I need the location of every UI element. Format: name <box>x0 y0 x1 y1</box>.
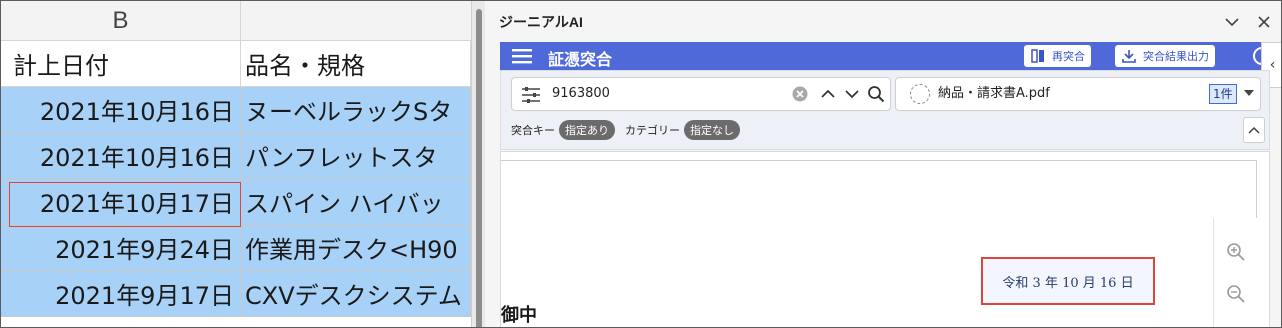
panel-titlebar: ジーニアルAI <box>485 1 1281 41</box>
recheck-label: 再突合 <box>1052 50 1085 63</box>
match-count-badge: 1件 <box>1209 84 1237 104</box>
column-header-c[interactable] <box>241 1 471 41</box>
zoom-in-icon[interactable] <box>1226 242 1246 262</box>
highlighted-date: 令和 3 年 10 月 16 日 <box>981 257 1155 305</box>
search-icon <box>868 86 885 103</box>
date-cell[interactable]: 2021年10月16日 <box>1 87 241 133</box>
filter-settings-icon[interactable] <box>520 86 542 104</box>
previous-match-button[interactable] <box>819 85 837 103</box>
zoom-out-icon[interactable] <box>1226 284 1246 304</box>
collapse-panel-button[interactable] <box>1221 11 1243 33</box>
next-match-button[interactable] <box>843 85 861 103</box>
date-cell[interactable]: 2021年10月16日 <box>1 133 241 179</box>
loading-spinner-icon <box>910 84 930 104</box>
table-row: 2021年10月17日 スパイン ハイバッ <box>1 179 471 225</box>
document-heading: 御中 <box>501 301 537 327</box>
chevron-up-icon <box>1248 126 1260 134</box>
pane-splitter[interactable] <box>471 1 485 327</box>
recheck-button[interactable]: 再突合 <box>1024 45 1091 67</box>
search-area: 9163800 納品・請求書A.pdf 1件 突合キー 指定あり カテゴリー 指… <box>500 70 1270 150</box>
scrollbar-thumb[interactable] <box>476 9 482 327</box>
header-cell-name[interactable]: 品名・規格 <box>241 41 471 87</box>
export-results-label: 突合結果出力 <box>1143 50 1209 63</box>
chevron-down-icon <box>1225 18 1239 27</box>
active-date-cell[interactable]: 2021年10月17日 <box>1 179 241 225</box>
panel-title: ジーニアルAI <box>499 14 583 30</box>
clear-icon <box>792 86 808 102</box>
close-panel-button[interactable] <box>1253 11 1275 33</box>
date-cell[interactable]: 2021年9月24日 <box>1 225 241 271</box>
app-window: B 計上日付 品名・規格 2021年10月16日 ヌーベルラックSタ 2021年… <box>0 0 1282 328</box>
match-key-chip[interactable]: 指定あり <box>559 120 615 140</box>
zoom-controls <box>1213 218 1257 327</box>
collapse-filters-button[interactable] <box>1243 117 1265 143</box>
app-title: 証憑突合 <box>548 50 613 69</box>
recheck-icon <box>1031 49 1044 63</box>
menu-icon[interactable] <box>512 48 532 64</box>
name-cell[interactable]: CXVデスクシステム <box>241 271 471 317</box>
header-row: 計上日付 品名・規格 <box>1 41 471 87</box>
clear-search-button[interactable] <box>791 85 809 103</box>
search-value: 9163800 <box>552 86 610 101</box>
dropdown-caret-icon[interactable] <box>1244 90 1254 96</box>
date-cell[interactable]: 2021年9月17日 <box>1 271 241 317</box>
column-header-b[interactable]: B <box>1 1 241 41</box>
app-bar: 証憑突合 再突合 突合結果出力 <box>500 42 1271 70</box>
document-viewer: 令和 3 年 10 月 16 日 御中 <box>500 151 1270 327</box>
close-icon <box>1258 16 1270 28</box>
header-cell-date[interactable]: 計上日付 <box>1 41 241 87</box>
name-cell[interactable]: スパイン ハイバッ <box>241 179 471 225</box>
document-page: 令和 3 年 10 月 16 日 御中 <box>501 160 1257 327</box>
search-button[interactable] <box>867 85 885 103</box>
search-input[interactable]: 9163800 <box>511 77 891 111</box>
table-row: 2021年10月16日 ヌーベルラックSタ <box>1 87 471 133</box>
table-row: 2021年9月24日 作業用デスク<H90 <box>1 225 471 271</box>
filter-chips: 突合キー 指定あり カテゴリー 指定なし <box>511 119 750 141</box>
column-header-row: B <box>1 1 471 41</box>
chevron-down-icon <box>845 90 859 99</box>
spreadsheet: B 計上日付 品名・規格 2021年10月16日 ヌーベルラックSタ 2021年… <box>1 1 471 327</box>
document-selector[interactable]: 納品・請求書A.pdf 1件 <box>895 77 1261 111</box>
name-cell[interactable]: パンフレットスタ <box>241 133 471 179</box>
category-chip[interactable]: 指定なし <box>684 120 740 140</box>
name-cell[interactable]: 作業用デスク<H90 <box>241 225 471 271</box>
export-results-button[interactable]: 突合結果出力 <box>1115 45 1215 67</box>
chevron-up-icon <box>821 89 835 98</box>
table-row: 2021年9月17日 CXVデスクシステム <box>1 271 471 317</box>
name-cell[interactable]: ヌーベルラックSタ <box>241 87 471 133</box>
side-panel: ジーニアルAI 証憑突合 再突合 突合結果出力 ‹ 9163800 納品・請求書… <box>485 1 1281 327</box>
category-label: カテゴリー <box>625 124 680 137</box>
chevron-left-icon: ‹ <box>1269 57 1276 73</box>
match-key-label: 突合キー <box>511 124 555 137</box>
document-name: 納品・請求書A.pdf <box>938 86 1050 101</box>
download-icon <box>1122 50 1136 63</box>
table-row: 2021年10月16日 パンフレットスタ <box>1 133 471 179</box>
